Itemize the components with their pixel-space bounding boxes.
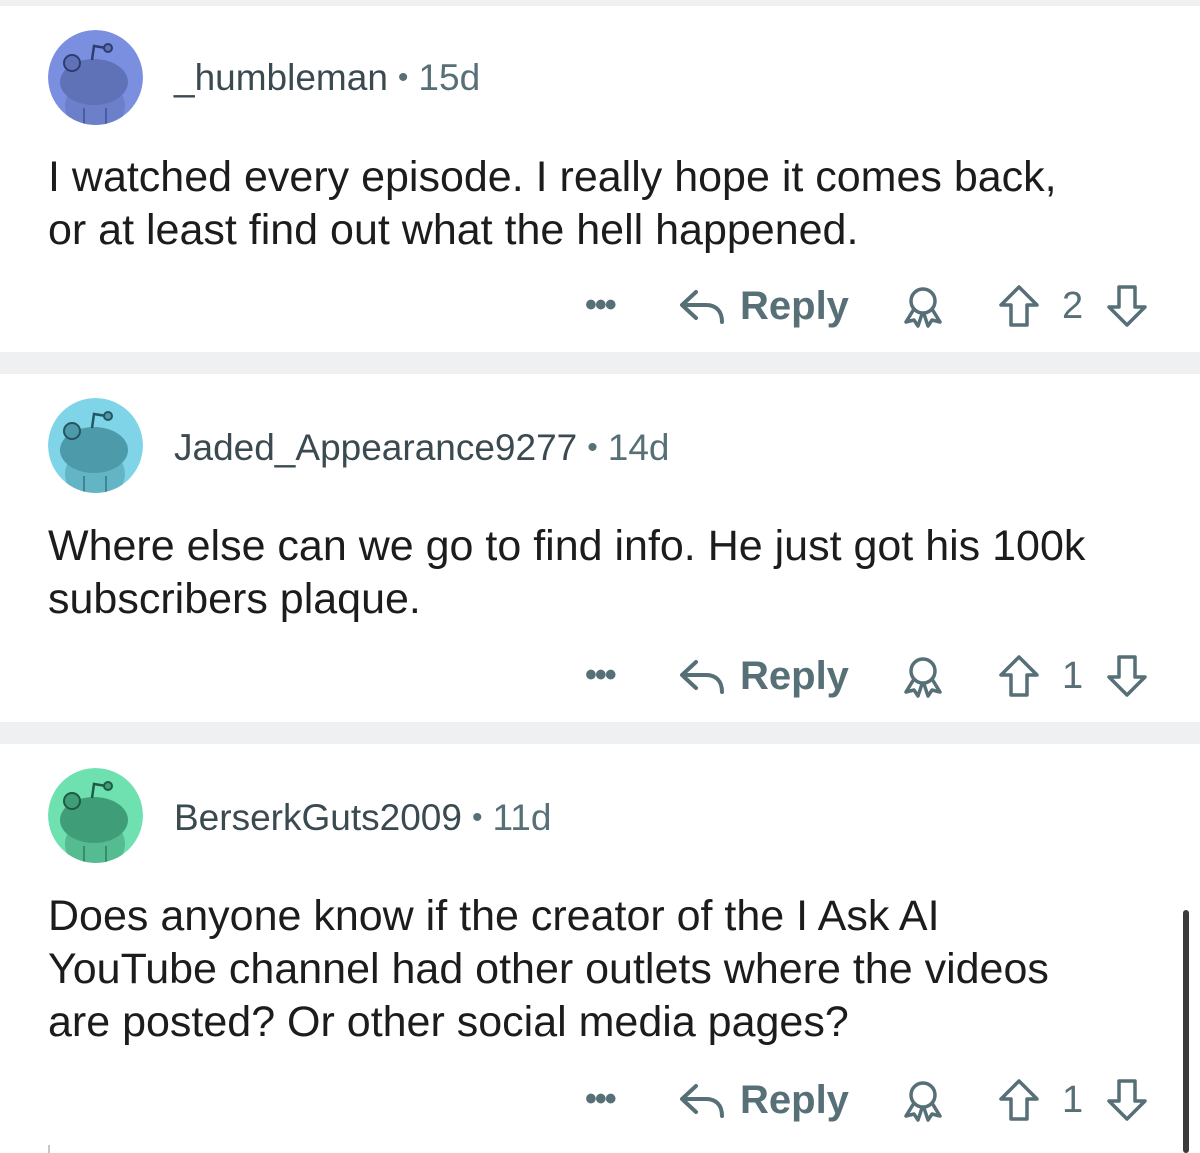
vote-score: 1 bbox=[1062, 655, 1084, 697]
comment-meta: _humbleman • 15d bbox=[174, 56, 480, 103]
more-options-icon[interactable]: ••• bbox=[585, 286, 617, 325]
downvote-arrow-icon bbox=[1107, 655, 1147, 697]
comment-text-line: YouTube channel had other outlets where … bbox=[48, 945, 1049, 993]
comment-text-line: or at least find out what the hell happe… bbox=[48, 206, 859, 254]
reply-button[interactable]: Reply bbox=[678, 276, 849, 336]
more-options-icon[interactable]: ••• bbox=[585, 656, 617, 695]
reply-label: Reply bbox=[740, 283, 849, 328]
comment-body: Does anyone know if the creator of the I… bbox=[48, 890, 1168, 1049]
downvote-button[interactable] bbox=[1105, 283, 1149, 334]
comment-body: Where else can we go to find info. He ju… bbox=[48, 520, 1168, 626]
reply-arrow-icon bbox=[680, 660, 724, 694]
comment-text-line: subscribers plaque. bbox=[48, 575, 421, 623]
upvote-button[interactable] bbox=[997, 283, 1041, 334]
more-options-icon[interactable]: ••• bbox=[585, 1080, 617, 1119]
avatar[interactable] bbox=[48, 768, 143, 863]
upvote-arrow-icon bbox=[999, 1079, 1039, 1121]
award-icon bbox=[904, 657, 942, 698]
downvote-arrow-icon bbox=[1107, 285, 1147, 327]
comment-body: I watched every episode. I really hope i… bbox=[48, 151, 1168, 257]
downvote-button[interactable] bbox=[1105, 1077, 1149, 1128]
comment-divider bbox=[0, 722, 1200, 744]
username[interactable]: _humbleman bbox=[174, 57, 388, 98]
upvote-button[interactable] bbox=[997, 1077, 1041, 1128]
meta-separator: • bbox=[397, 61, 409, 94]
comment-3: BerserkGuts2009 • 11d Does anyone know if … bbox=[0, 744, 1200, 1153]
meta-separator: • bbox=[587, 431, 598, 464]
avatar[interactable] bbox=[48, 398, 143, 493]
award-icon bbox=[904, 1081, 942, 1122]
comment-meta: BerserkGuts2009 • 11d bbox=[174, 796, 551, 843]
reply-arrow-icon bbox=[680, 1084, 724, 1118]
comment-age: 14d bbox=[607, 427, 670, 468]
vote-score: 2 bbox=[1062, 285, 1084, 327]
comment-actions: ••• Reply 2 bbox=[0, 276, 1200, 336]
award-button[interactable] bbox=[900, 1078, 946, 1127]
snoo-avatar-icon bbox=[48, 30, 143, 125]
scrollbar[interactable] bbox=[1183, 910, 1189, 1153]
snoo-avatar-icon bbox=[48, 768, 143, 863]
downvote-arrow-icon bbox=[1107, 1079, 1147, 1121]
award-icon bbox=[904, 287, 942, 328]
comment-age: 15d bbox=[418, 57, 481, 98]
avatar[interactable] bbox=[48, 30, 143, 125]
comment-2: Jaded_Appearance9277 • 14d Where else can … bbox=[0, 374, 1200, 722]
comment-text-line: Does anyone know if the creator of the I… bbox=[48, 892, 940, 940]
upvote-arrow-icon bbox=[999, 285, 1039, 327]
vote-score: 1 bbox=[1062, 1079, 1084, 1121]
downvote-button[interactable] bbox=[1105, 653, 1149, 704]
reply-button[interactable]: Reply bbox=[678, 646, 849, 706]
reply-arrow-icon bbox=[680, 290, 724, 324]
meta-separator: • bbox=[471, 801, 483, 834]
comment-text-line: Where else can we go to find info. He ju… bbox=[48, 522, 1086, 570]
reply-label: Reply bbox=[740, 1077, 849, 1122]
comment-1: _humbleman • 15d I watched every episode. … bbox=[0, 6, 1200, 352]
username[interactable]: BerserkGuts2009 bbox=[174, 797, 462, 838]
award-button[interactable] bbox=[900, 654, 946, 703]
reply-button[interactable]: Reply bbox=[678, 1070, 849, 1130]
award-button[interactable] bbox=[900, 284, 946, 333]
comment-actions: ••• Reply 1 bbox=[0, 1070, 1200, 1130]
comment-text-line: I watched every episode. I really hope i… bbox=[48, 153, 1057, 201]
comment-meta: Jaded_Appearance9277 • 14d bbox=[174, 426, 670, 473]
comment-age: 11d bbox=[492, 797, 552, 838]
comment-text-line: are posted? Or other social media pages? bbox=[48, 998, 849, 1046]
upvote-button[interactable] bbox=[997, 653, 1041, 704]
comment-actions: ••• Reply 1 bbox=[0, 646, 1200, 706]
upvote-arrow-icon bbox=[999, 655, 1039, 697]
comment-divider bbox=[0, 352, 1200, 374]
username[interactable]: Jaded_Appearance9277 bbox=[174, 427, 577, 468]
reply-label: Reply bbox=[740, 653, 849, 698]
snoo-avatar-icon bbox=[48, 398, 143, 493]
thread-line bbox=[48, 1145, 50, 1153]
